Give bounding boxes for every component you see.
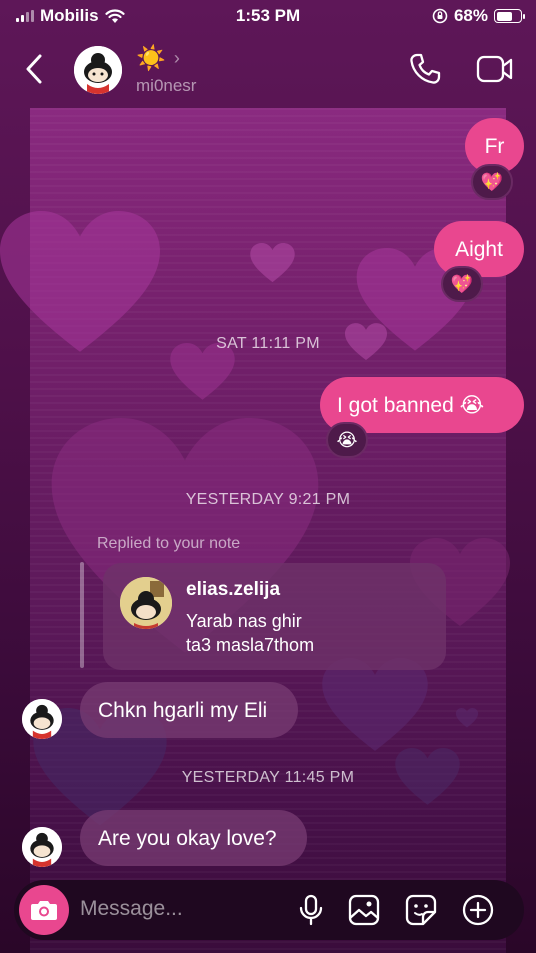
timestamp: YESTERDAY 9:21 PM [185,491,351,508]
battery-level [496,11,513,21]
contact-name-row[interactable]: ☀️ › [136,44,180,73]
contact-avatar[interactable] [74,46,122,94]
message-reaction[interactable]: 💖 [471,164,513,200]
camera-icon [31,901,57,920]
reply-indicator-bar [80,562,84,668]
camera-button[interactable] [19,885,69,935]
note-reply-label: Replied to your note [97,535,241,552]
wallpaper-heart [455,708,479,728]
microphone-icon[interactable] [294,893,328,927]
note-username: elias.zelija [186,579,281,600]
wallpaper-heart [250,243,295,283]
timestamp: YESTERDAY 11:45 PM [181,769,355,786]
incoming-message[interactable]: Chkn hgarli my Eli [80,682,298,738]
avatar-image [120,577,172,629]
message-composer: Message... [14,880,524,940]
chat-header: ☀️ › mi0nesr [0,32,536,108]
call-icon[interactable] [408,52,442,86]
back-icon[interactable] [20,52,50,86]
message-input[interactable]: Message... [80,897,183,921]
sticker-icon[interactable] [404,893,438,927]
orientation-lock-icon [432,8,448,24]
avatar-image [74,46,122,94]
contact-display-name: ☀️ [136,45,166,72]
status-bar: Mobilis 1:53 PM 68% [0,0,536,32]
message-reaction[interactable]: 💖 [441,266,483,302]
sender-avatar[interactable] [22,699,62,739]
video-icon[interactable] [476,54,514,84]
battery-icon [494,9,525,23]
avatar-image [22,699,62,739]
status-right: 68% [432,6,525,26]
note-card[interactable]: elias.zelija Yarab nas ghir ta3 masla7th… [103,563,446,670]
incoming-message[interactable]: Are you okay love? [80,810,307,866]
note-avatar [120,577,172,629]
plus-icon[interactable] [461,893,495,927]
avatar-image [22,827,62,867]
chevron-right-icon: › [173,48,180,68]
timestamp: SAT 11:11 PM [216,335,320,352]
message-reaction[interactable]: 😭 [326,422,368,458]
gallery-icon[interactable] [347,893,381,927]
contact-username: mi0nesr [136,76,197,95]
battery-percent: 68% [453,6,488,25]
sender-avatar[interactable] [22,827,62,867]
wallpaper-heart [322,658,428,751]
note-text: Yarab nas ghir ta3 masla7thom [186,611,315,656]
chat-screen: Mobilis 1:53 PM 68% ☀️ › mi0nesr Fr 💖 Ai… [0,0,536,953]
